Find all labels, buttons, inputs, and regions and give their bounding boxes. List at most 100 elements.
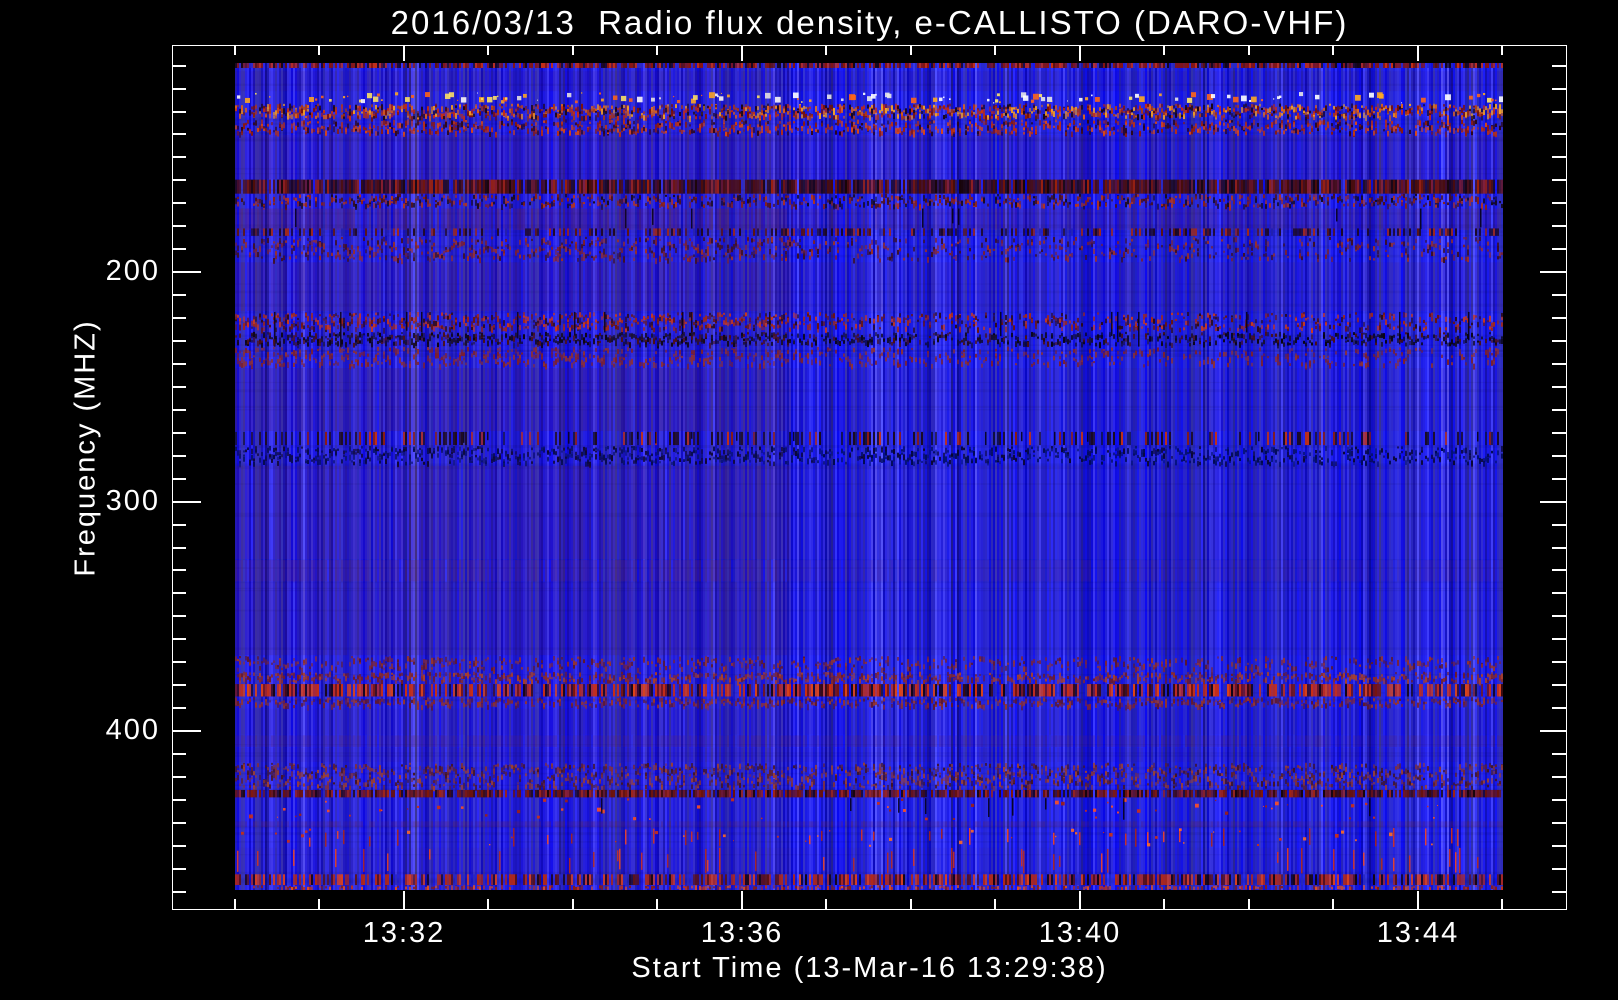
y-minor-tick-right (1552, 339, 1566, 342)
y-minor-tick (173, 202, 186, 205)
y-minor-tick (173, 546, 186, 549)
y-minor-tick-right (1552, 867, 1566, 870)
y-major-tick (173, 500, 201, 503)
y-minor-tick-right (1552, 776, 1566, 778)
y-major-tick (173, 730, 201, 733)
y-minor-tick-right (1552, 133, 1566, 136)
y-minor-tick (173, 592, 186, 595)
y-minor-tick (173, 867, 186, 870)
y-minor-tick (173, 431, 186, 434)
spectrogram-canvas (235, 63, 1503, 890)
y-minor-tick (173, 753, 186, 756)
y-minor-tick-right (1552, 294, 1566, 297)
y-minor-tick-right (1552, 798, 1566, 801)
x-minor-tick-top (1332, 46, 1335, 55)
y-major-tick (173, 271, 201, 274)
y-minor-tick (173, 707, 186, 710)
x-major-tick (740, 891, 743, 909)
y-minor-tick (173, 890, 186, 893)
y-minor-tick (173, 638, 186, 641)
y-minor-tick (173, 339, 186, 342)
y-minor-tick-right (1552, 317, 1566, 320)
y-minor-tick-right (1552, 661, 1566, 664)
x-minor-tick (318, 899, 321, 909)
x-major-tick (1078, 891, 1081, 909)
x-major-tick (402, 891, 405, 909)
y-tick-label: 400 (105, 713, 160, 746)
x-major-tick (1416, 891, 1419, 909)
y-minor-tick (173, 156, 186, 159)
y-minor-tick (173, 385, 186, 388)
y-minor-tick-right (1552, 87, 1566, 90)
y-minor-tick (173, 523, 186, 526)
x-axis-title: Start Time (13-Mar-16 13:29:38) (631, 952, 1108, 984)
y-minor-tick (173, 110, 186, 113)
x-minor-tick (1332, 899, 1335, 909)
y-minor-tick (173, 798, 186, 801)
y-minor-tick (173, 225, 186, 228)
y-minor-tick (173, 821, 186, 824)
y-minor-tick-right (1552, 684, 1566, 687)
y-minor-tick-right (1552, 592, 1566, 595)
chart-title: 2016/03/13 Radio flux density, e-CALLIST… (390, 4, 1349, 41)
y-minor-tick (173, 248, 186, 251)
y-minor-tick-right (1552, 546, 1566, 549)
x-minor-tick-top (318, 46, 321, 55)
y-minor-tick-right (1552, 64, 1566, 67)
y-minor-tick-right (1552, 615, 1566, 618)
x-minor-tick-top (1163, 46, 1166, 55)
y-axis-title: Frequency (MHZ) (69, 319, 102, 577)
y-minor-tick-right (1552, 225, 1566, 228)
y-minor-tick-right (1552, 385, 1566, 388)
x-minor-tick (233, 899, 236, 909)
y-minor-tick-right (1552, 156, 1566, 159)
x-minor-tick-top (825, 46, 828, 55)
y-major-tick-right (1540, 500, 1566, 503)
x-minor-tick-top (487, 46, 490, 55)
x-minor-tick (909, 899, 912, 909)
y-minor-tick (173, 569, 186, 572)
y-minor-tick (173, 776, 186, 778)
x-minor-tick-top (1501, 46, 1504, 55)
x-minor-tick (994, 899, 997, 909)
y-minor-tick-right (1552, 844, 1566, 847)
x-minor-tick (1163, 899, 1166, 909)
x-minor-tick-top (994, 46, 997, 55)
y-minor-tick-right (1552, 454, 1566, 457)
y-minor-tick-right (1552, 248, 1566, 251)
y-minor-tick (173, 64, 186, 67)
x-minor-tick-top (571, 46, 574, 55)
x-minor-tick (825, 899, 828, 909)
y-minor-tick (173, 362, 186, 365)
x-tick-label: 13:44 (1376, 917, 1460, 949)
x-minor-tick (487, 899, 490, 909)
x-minor-tick-top (656, 46, 659, 55)
y-major-tick-right (1540, 271, 1566, 274)
y-minor-tick-right (1552, 753, 1566, 756)
y-minor-tick-right (1552, 523, 1566, 526)
y-tick-label: 300 (105, 484, 160, 517)
y-minor-tick-right (1552, 569, 1566, 572)
y-minor-tick (173, 477, 186, 480)
y-minor-tick-right (1552, 431, 1566, 434)
y-minor-tick (173, 844, 186, 847)
x-tick-label: 13:40 (1038, 917, 1122, 949)
x-minor-tick (1501, 899, 1504, 909)
y-minor-tick-right (1552, 179, 1566, 182)
x-major-tick-top (1416, 46, 1419, 61)
x-tick-label: 13:36 (700, 917, 784, 949)
y-tick-label: 200 (105, 255, 160, 287)
y-minor-tick-right (1552, 638, 1566, 641)
x-minor-tick (571, 899, 574, 909)
y-minor-tick-right (1552, 821, 1566, 824)
spectrogram-page: 2016/03/13 Radio flux density, e-CALLIST… (0, 0, 1618, 1000)
x-major-tick-top (1078, 46, 1081, 61)
y-minor-tick-right (1552, 110, 1566, 113)
x-major-tick-top (402, 46, 405, 61)
x-minor-tick-top (909, 46, 912, 55)
y-minor-tick (173, 408, 186, 411)
y-minor-tick-right (1552, 202, 1566, 205)
y-minor-tick (173, 661, 186, 664)
x-minor-tick (656, 899, 659, 909)
y-minor-tick (173, 87, 186, 90)
